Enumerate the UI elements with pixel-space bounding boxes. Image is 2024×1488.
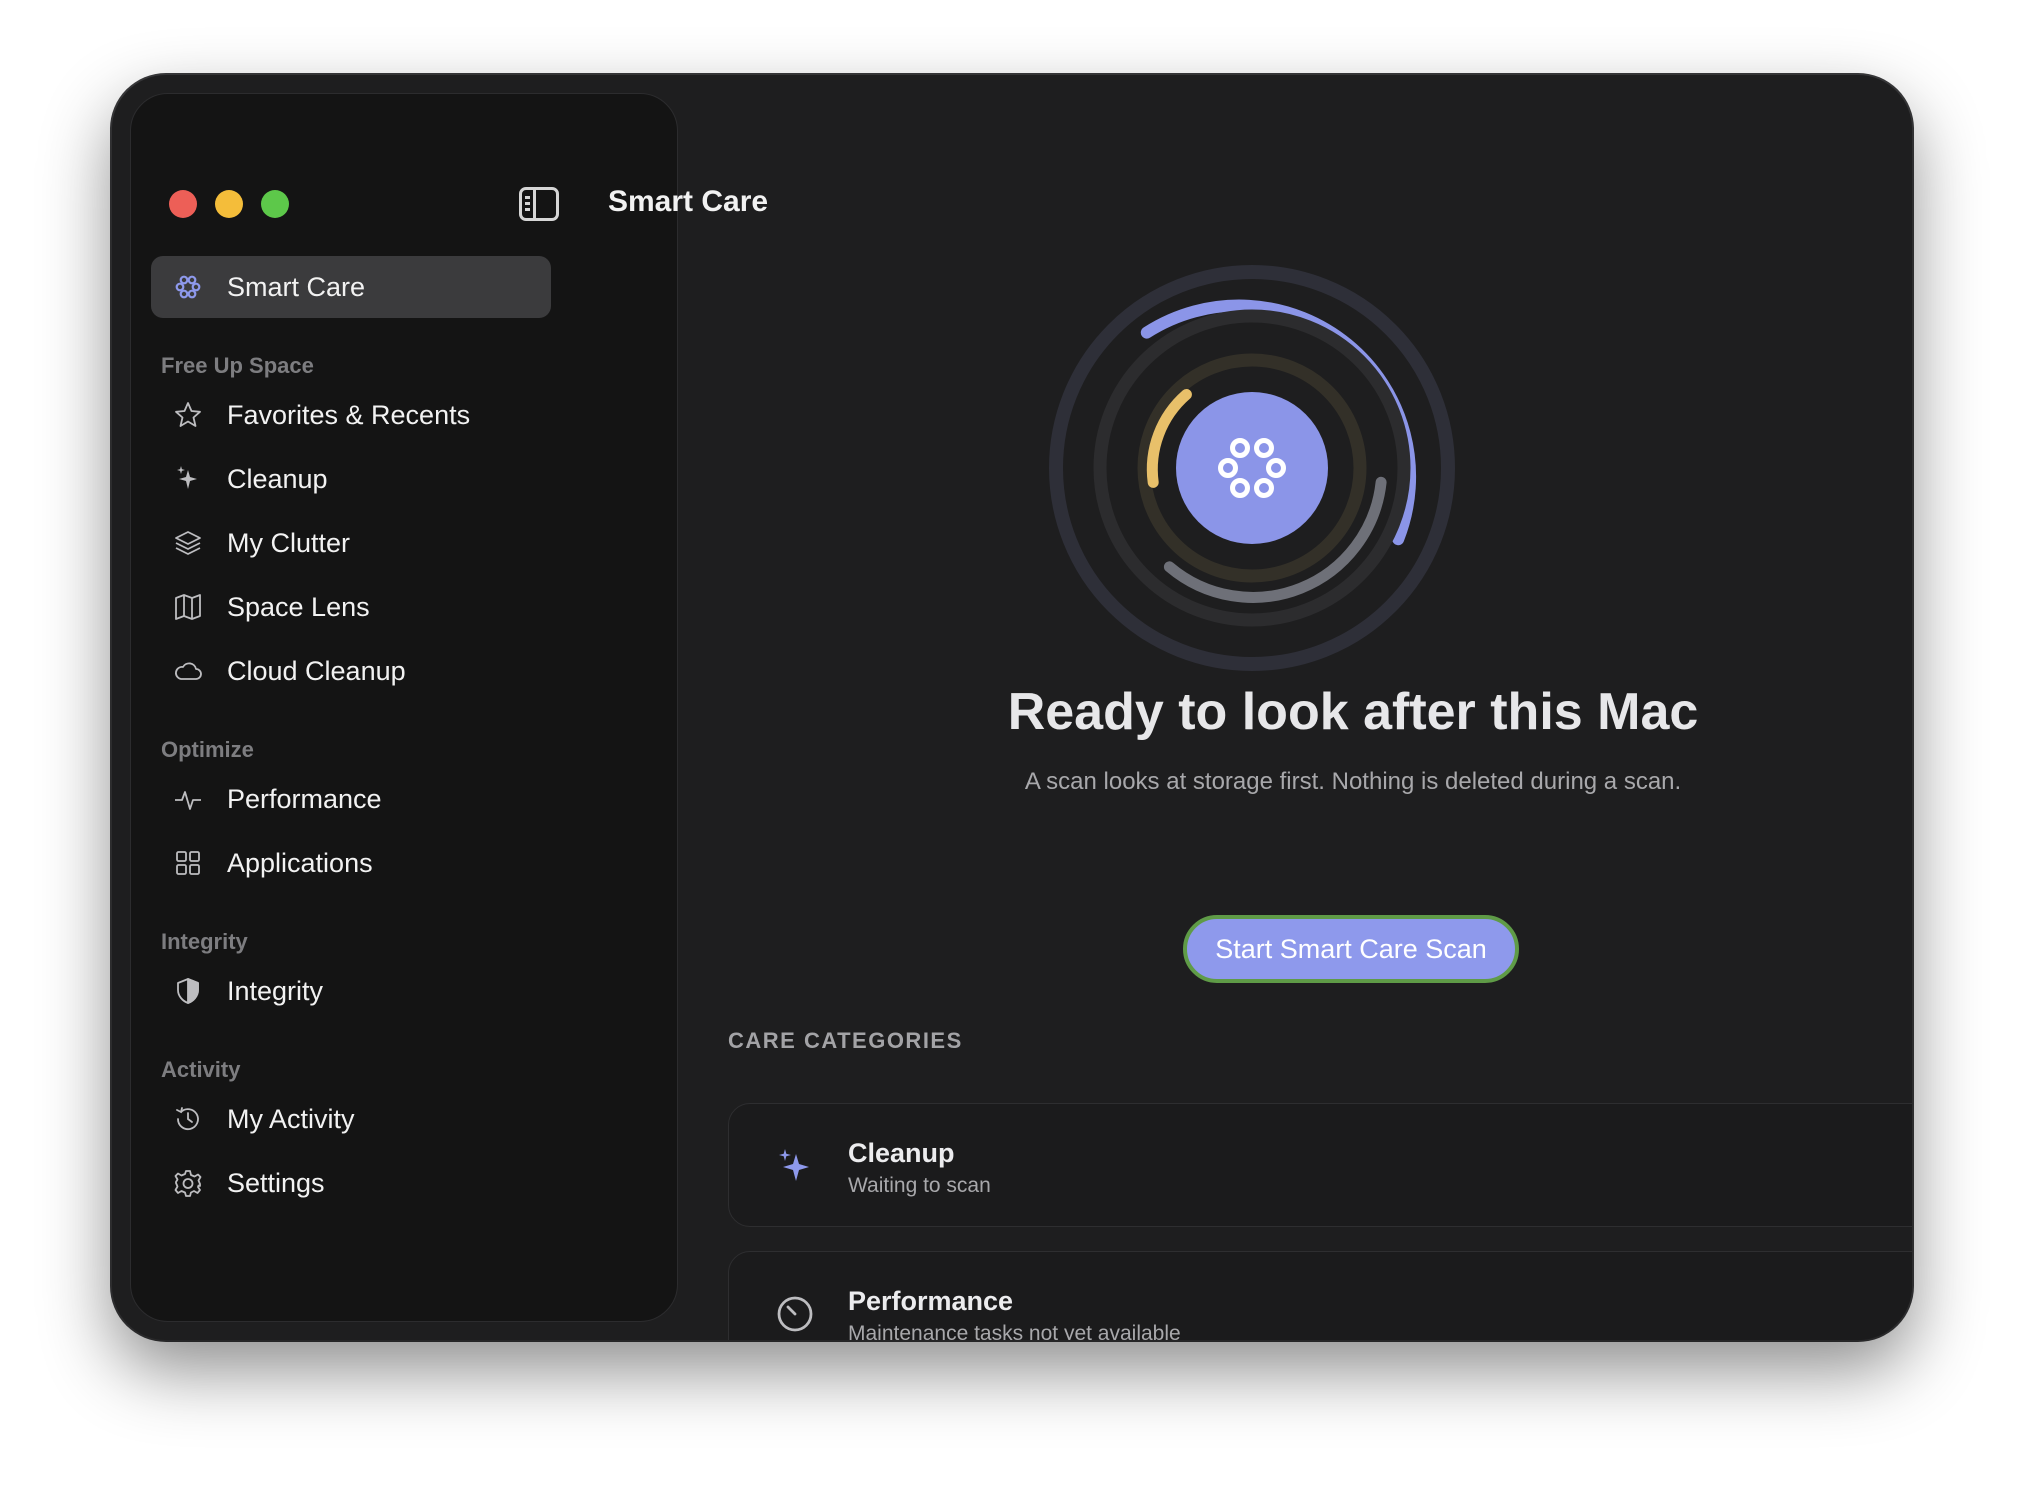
category-card-cleanup[interactable]: Cleanup Waiting to scan (728, 1103, 1912, 1227)
history-icon (171, 1102, 205, 1136)
sidebar-item-my-clutter[interactable]: My Clutter (151, 512, 551, 574)
sidebar-item-favorites-recents[interactable]: Favorites & Recents (151, 384, 551, 446)
sidebar: Smart Care Free Up Space Favorites & Rec… (130, 93, 678, 1322)
care-categories-label: CARE CATEGORIES (728, 1028, 963, 1053)
subline: A scan looks at storage first. Nothing i… (1024, 768, 1682, 795)
close-window-button[interactable] (169, 190, 197, 218)
section-label-optimize: Optimize (161, 737, 254, 762)
sidebar-item-label: Favorites & Recents (227, 399, 471, 430)
sidebar-item-settings[interactable]: Settings (151, 1152, 551, 1214)
smart-care-rings-graphic (1049, 265, 1455, 671)
shield-icon (171, 974, 205, 1008)
card-title: Performance (848, 1286, 1014, 1316)
sidebar-item-cleanup[interactable]: Cleanup (151, 448, 551, 510)
section-label-activity: Activity (161, 1057, 241, 1082)
sidebar-item-label: Performance (227, 783, 382, 814)
sidebar-item-label: Smart Care (227, 271, 366, 302)
grid-icon (171, 846, 205, 880)
sidebar-item-label: Cleanup (227, 463, 328, 494)
pulse-icon (171, 782, 205, 816)
sidebar-item-smart-care[interactable]: Smart Care (151, 256, 551, 318)
gear-icon (171, 1166, 205, 1200)
section-label-integrity: Integrity (161, 929, 248, 954)
sidebar-item-label: My Activity (227, 1103, 355, 1134)
card-subtitle: Waiting to scan (848, 1174, 991, 1197)
zoom-window-button[interactable] (261, 190, 289, 218)
card-subtitle: Maintenance tasks not yet available (848, 1322, 1181, 1340)
sparkle-icon (779, 1149, 809, 1181)
sidebar-item-space-lens[interactable]: Space Lens (151, 576, 551, 638)
app-window: Smart Care Free Up Space Favorites & Rec… (112, 75, 1912, 1340)
sidebar-item-label: Space Lens (227, 591, 370, 622)
card-title: Cleanup (848, 1138, 955, 1168)
smart-care-icon (171, 270, 205, 304)
sidebar-item-cloud-cleanup[interactable]: Cloud Cleanup (151, 640, 551, 702)
sidebar-item-label: Cloud Cleanup (227, 655, 406, 686)
sidebar-item-label: My Clutter (227, 527, 351, 558)
sidebar-item-label: Settings (227, 1167, 325, 1198)
sidebar-toggle-icon[interactable] (519, 187, 559, 221)
section-label-free-up-space: Free Up Space (161, 353, 314, 378)
sidebar-item-my-activity[interactable]: My Activity (151, 1088, 551, 1150)
headline: Ready to look after this Mac (1007, 683, 1699, 741)
category-card-performance[interactable]: Performance Maintenance tasks not yet av… (728, 1251, 1912, 1340)
map-icon (171, 590, 205, 624)
page-title: Smart Care (608, 185, 769, 218)
start-scan-button[interactable]: Start Smart Care Scan (1183, 915, 1519, 983)
sidebar-item-performance[interactable]: Performance (151, 768, 551, 830)
sidebar-item-applications[interactable]: Applications (151, 832, 551, 894)
sidebar-item-integrity[interactable]: Integrity (151, 960, 551, 1022)
sidebar-item-label: Integrity (227, 975, 324, 1006)
sparkle-icon (171, 462, 205, 496)
gauge-icon (777, 1296, 813, 1332)
star-icon (171, 398, 205, 432)
minimize-window-button[interactable] (215, 190, 243, 218)
cloud-icon (171, 654, 205, 688)
sidebar-item-label: Applications (227, 847, 373, 878)
layers-icon (171, 526, 205, 560)
